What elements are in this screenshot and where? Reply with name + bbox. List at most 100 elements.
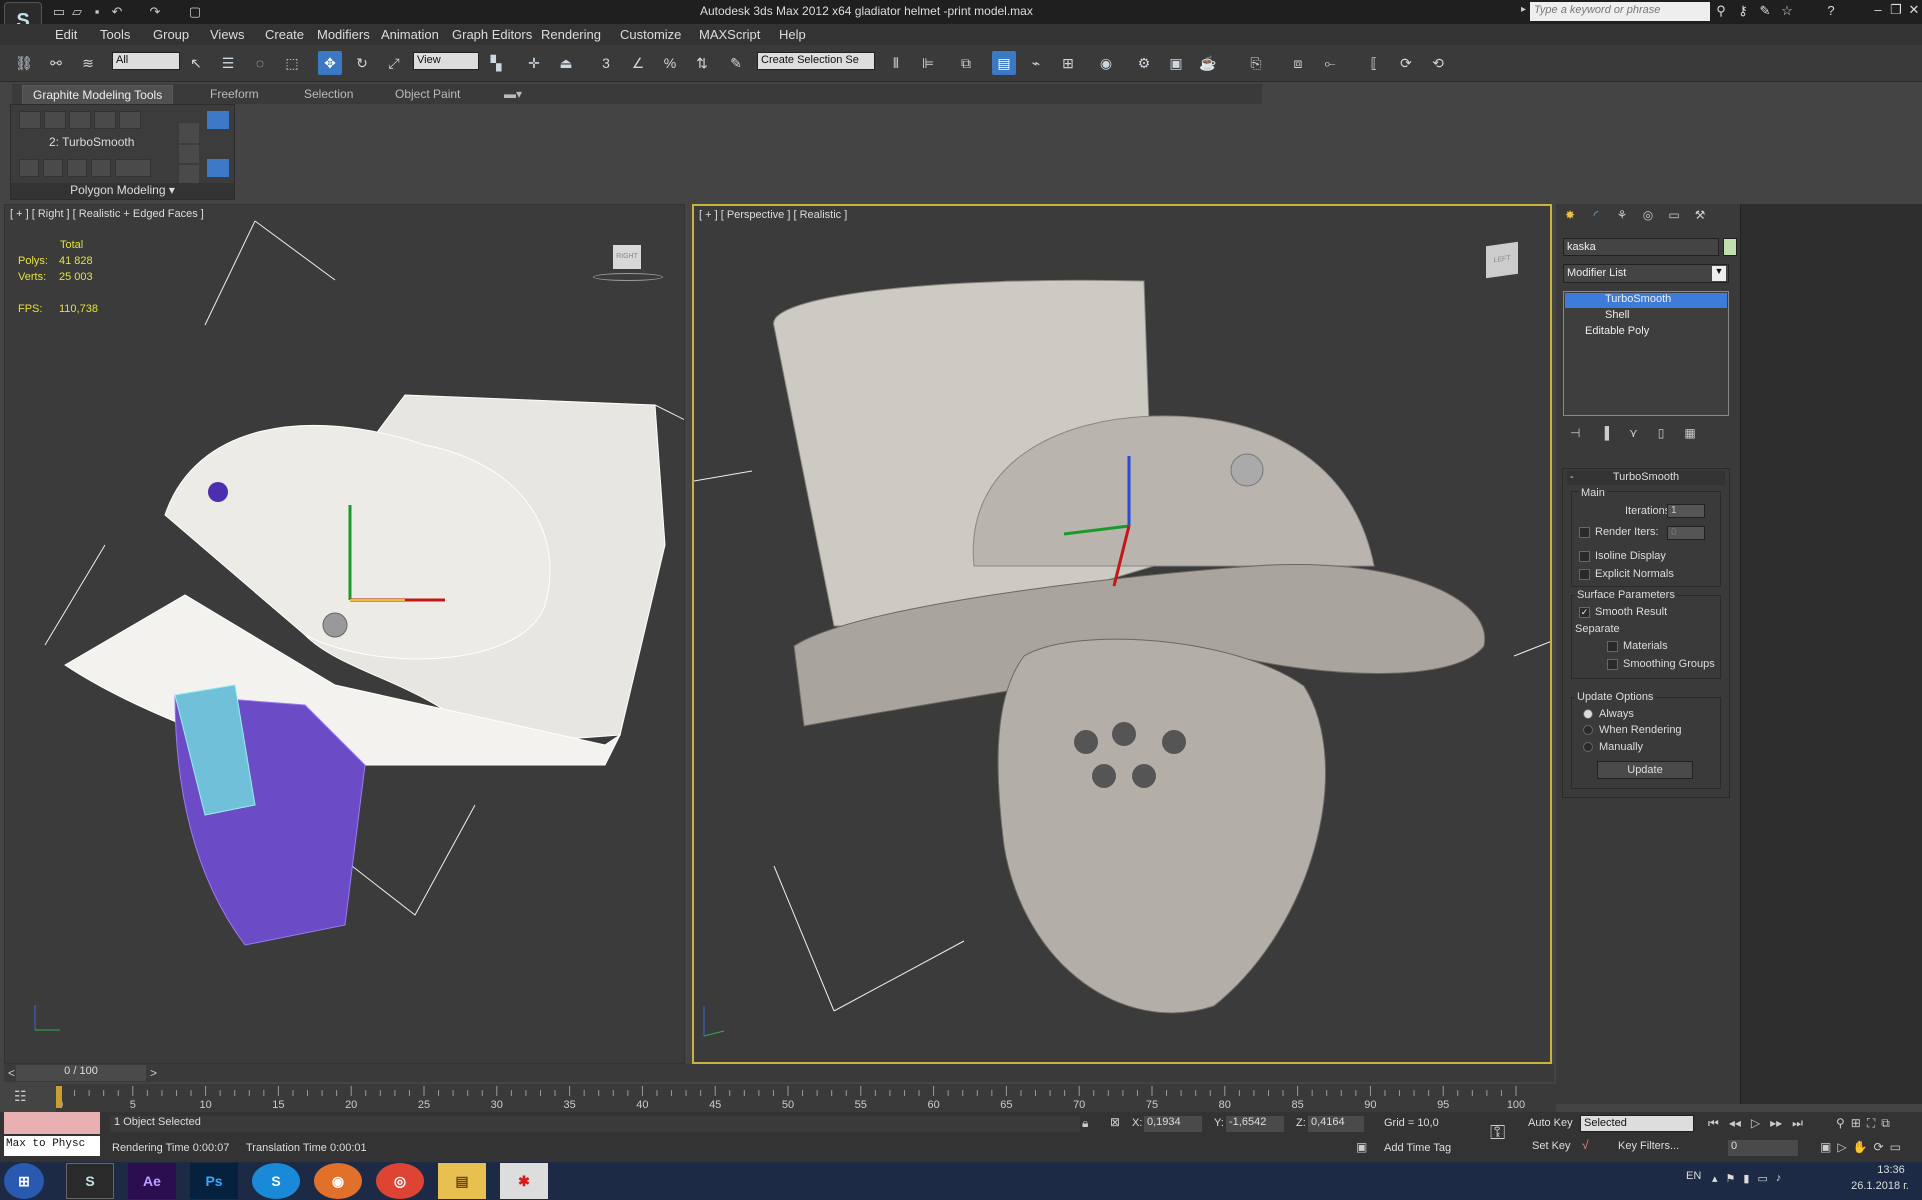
stack-item-shell[interactable]: Shell bbox=[1565, 309, 1727, 324]
current-frame-marker[interactable] bbox=[56, 1086, 62, 1108]
select-and-scale-icon[interactable]: ⤢ bbox=[382, 51, 406, 75]
time-slider-thumb[interactable]: 0 / 100 bbox=[16, 1065, 146, 1081]
prev-frame-arrow-icon[interactable]: < bbox=[8, 1066, 15, 1080]
y-coordinate-field[interactable]: -1,6542 bbox=[1226, 1116, 1284, 1132]
taskbar-explorer-icon[interactable]: ▤ bbox=[438, 1163, 486, 1199]
tab-object-paint[interactable]: Object Paint bbox=[395, 87, 460, 101]
schematic-view-icon[interactable]: ⊞ bbox=[1056, 51, 1080, 75]
panel-b-icon[interactable] bbox=[179, 145, 199, 163]
pin-stack-icon[interactable] bbox=[19, 159, 39, 177]
selection-filter-dropdown[interactable]: All bbox=[112, 52, 180, 70]
panel-e-icon[interactable] bbox=[207, 159, 229, 177]
close-button[interactable]: ✕ bbox=[1902, 2, 1922, 20]
polygon-icon[interactable] bbox=[94, 111, 116, 129]
set-key-button[interactable]: Set Key bbox=[1532, 1140, 1571, 1152]
when-rendering-radio[interactable] bbox=[1583, 725, 1593, 735]
key-mode-dropdown[interactable]: Selected bbox=[1580, 1115, 1694, 1132]
menu-animation[interactable]: Animation bbox=[381, 27, 439, 42]
configure-sets-icon[interactable]: ▦ bbox=[1684, 426, 1695, 442]
material-editor-icon[interactable]: ◉ bbox=[1094, 51, 1118, 75]
taskbar-skype-icon[interactable]: S bbox=[252, 1163, 300, 1199]
language-indicator[interactable]: EN bbox=[1686, 1170, 1701, 1182]
make-unique-icon[interactable] bbox=[67, 159, 87, 177]
plugin-f-icon[interactable]: ⟲ bbox=[1426, 51, 1450, 75]
plugin-c-icon[interactable]: ⟜ bbox=[1318, 51, 1342, 75]
undo-icon[interactable]: ↶ bbox=[108, 3, 126, 21]
absolute-mode-icon[interactable]: ⊠ bbox=[1110, 1115, 1120, 1129]
goto-start-icon[interactable]: ⏮ bbox=[1708, 1116, 1719, 1131]
plugin-b-icon[interactable]: ⧈ bbox=[1286, 51, 1310, 75]
modifier-list-dropdown[interactable]: Modifier List ▼ bbox=[1563, 264, 1729, 283]
render-iters-checkbox[interactable] bbox=[1579, 527, 1590, 538]
binoculars-icon[interactable]: ⚲ bbox=[1712, 3, 1730, 21]
menu-create[interactable]: Create bbox=[265, 27, 304, 42]
search-input[interactable]: Type a keyword or phrase bbox=[1530, 2, 1710, 21]
maxscript-listener-pink[interactable] bbox=[4, 1112, 100, 1134]
select-object-icon[interactable]: ↖ bbox=[184, 51, 208, 75]
time-slider[interactable]: < 0 / 100 > bbox=[4, 1064, 1554, 1082]
pivot-center-icon[interactable]: ▚ bbox=[484, 51, 508, 75]
stack-item-editable-poly[interactable]: Editable Poly bbox=[1565, 325, 1727, 340]
menu-rendering[interactable]: Rendering bbox=[541, 27, 601, 42]
render-iters-spinner[interactable]: 0 bbox=[1667, 526, 1705, 540]
play-icon[interactable]: ▷ bbox=[1751, 1116, 1760, 1131]
tray-up-arrow-icon[interactable]: ▴ bbox=[1712, 1172, 1718, 1185]
iterations-spinner[interactable]: 1 bbox=[1667, 504, 1705, 518]
create-tab-icon[interactable]: ✸ bbox=[1560, 208, 1580, 228]
graphite-toggle-icon[interactable]: ▤ bbox=[992, 51, 1016, 75]
modify-tab-icon[interactable]: ◜ bbox=[1586, 208, 1606, 228]
spinner-snap-icon[interactable]: ⇅ bbox=[690, 51, 714, 75]
taskbar-3dsmax-icon[interactable]: S bbox=[66, 1163, 114, 1199]
start-button-icon[interactable]: ⊞ bbox=[4, 1163, 44, 1199]
taskbar-photoshop-icon[interactable]: Ps bbox=[190, 1163, 238, 1199]
tab-freeform[interactable]: Freeform bbox=[210, 87, 259, 101]
border-icon[interactable] bbox=[69, 111, 91, 129]
tray-flag-icon[interactable]: ⚑ bbox=[1726, 1172, 1736, 1185]
subscription-icon[interactable]: ⚷ bbox=[1734, 3, 1752, 21]
menu-customize[interactable]: Customize bbox=[620, 27, 681, 42]
prev-key-icon[interactable]: ◂◂ bbox=[1729, 1116, 1741, 1131]
panel-a-icon[interactable] bbox=[179, 123, 199, 143]
stack-item-turbosmooth[interactable]: TurboSmooth bbox=[1565, 293, 1727, 308]
update-button[interactable]: Update bbox=[1597, 761, 1693, 779]
polygon-modeling-dropdown[interactable]: Polygon Modeling ▾ bbox=[11, 183, 234, 199]
manually-radio[interactable] bbox=[1583, 742, 1593, 752]
object-color-swatch[interactable] bbox=[1723, 238, 1737, 256]
always-radio[interactable] bbox=[1583, 709, 1593, 719]
rendered-frame-window-icon[interactable]: ▣ bbox=[1164, 51, 1188, 75]
hierarchy-tab-icon[interactable]: ⚘ bbox=[1612, 208, 1632, 228]
zoom-extents-all-icon[interactable]: ⧉ bbox=[1881, 1116, 1890, 1131]
smooth-result-checkbox[interactable]: ✓ bbox=[1579, 607, 1590, 618]
window-crossing-icon[interactable]: ⬚ bbox=[280, 51, 304, 75]
keyboard-shortcut-override-icon[interactable]: ⏏ bbox=[554, 51, 578, 75]
percent-snap-icon[interactable]: % bbox=[658, 51, 682, 75]
favorites-icon[interactable]: ☆ bbox=[1778, 3, 1796, 21]
mirror-icon[interactable]: ⫴ bbox=[884, 51, 908, 75]
save-icon[interactable]: ▪ bbox=[88, 3, 106, 21]
link-icon[interactable]: ⛓ bbox=[12, 51, 36, 75]
help-icon[interactable]: ? bbox=[1822, 3, 1840, 21]
mini-curve-editor-icon[interactable]: ☷ bbox=[14, 1088, 27, 1105]
configure-sets-icon[interactable] bbox=[115, 159, 151, 177]
goto-end-icon[interactable]: ⏭ bbox=[1792, 1116, 1803, 1131]
menu-group[interactable]: Group bbox=[153, 27, 189, 42]
panel-d-icon[interactable] bbox=[207, 111, 229, 129]
show-end-result-icon[interactable] bbox=[43, 159, 63, 177]
project-folder-icon[interactable]: ▢ bbox=[186, 3, 204, 21]
taskbar-chrome-icon[interactable]: ◎ bbox=[376, 1163, 424, 1199]
menu-tools[interactable]: Tools bbox=[100, 27, 130, 42]
expand-arrow-icon[interactable]: ▸ bbox=[1521, 4, 1526, 15]
reference-coordinate-dropdown[interactable]: View bbox=[413, 52, 479, 70]
isoline-display-checkbox[interactable] bbox=[1579, 551, 1590, 562]
selection-region-icon[interactable]: ◌ bbox=[248, 51, 272, 75]
render-production-icon[interactable]: ☕ bbox=[1196, 51, 1220, 75]
redo-icon[interactable]: ↷ bbox=[146, 3, 164, 21]
clock-date[interactable]: 26.1.2018 г. bbox=[1840, 1180, 1920, 1192]
communication-icon[interactable]: ✎ bbox=[1756, 3, 1774, 21]
remove-modifier-icon[interactable] bbox=[91, 159, 111, 177]
menu-edit[interactable]: Edit bbox=[55, 27, 77, 42]
open-file-icon[interactable]: ▱ bbox=[68, 3, 86, 21]
vertex-icon[interactable] bbox=[19, 111, 41, 129]
element-icon[interactable] bbox=[119, 111, 141, 129]
current-frame-field[interactable]: 0 bbox=[1728, 1140, 1798, 1156]
